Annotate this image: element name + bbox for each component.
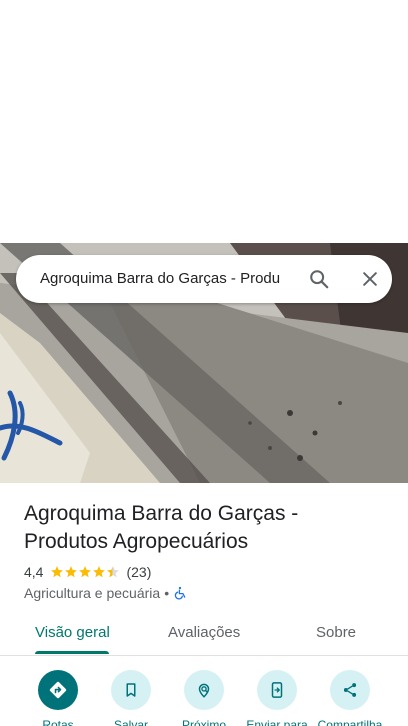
save-circle [111, 670, 151, 710]
active-tab-indicator [35, 651, 109, 654]
star-icon [65, 566, 78, 578]
send-to-phone-label: Enviar para [246, 718, 308, 726]
directions-label: Rotas [42, 718, 74, 726]
nearby-icon [198, 683, 210, 698]
category-label: Agricultura e pecuária [24, 585, 161, 601]
share-icon [343, 683, 357, 697]
search-icon [310, 270, 329, 289]
rating-value: 4,4 [24, 564, 44, 580]
send-to-phone-button[interactable]: Enviar para [237, 670, 317, 726]
search-button[interactable] [304, 264, 334, 294]
star-half-icon [107, 566, 120, 578]
separator-dot: • [164, 585, 170, 601]
search-bar[interactable]: Agroquima Barra do Garças - Produ [16, 255, 392, 303]
close-button[interactable] [355, 264, 385, 294]
rating-stars [50, 565, 120, 579]
nearby-label: Próximo [181, 718, 226, 726]
rating-row[interactable]: 4,4 (23) [24, 563, 151, 581]
review-count[interactable]: (23) [126, 564, 151, 580]
share-label: Compartilha [317, 718, 383, 726]
share-button[interactable]: Compartilha [310, 670, 390, 726]
place-title: Agroquima Barra do Garças - Produtos Agr… [24, 502, 299, 553]
tab-overview[interactable]: Visão geral [35, 624, 110, 642]
map-area [0, 0, 408, 243]
tab-bar: Visão geral Avaliações Sobre [0, 614, 408, 656]
nearby-button[interactable]: Próximo [164, 670, 244, 726]
share-circle [330, 670, 370, 710]
star-icon [79, 566, 92, 578]
directions-icon [49, 681, 67, 699]
tab-about[interactable]: Sobre [316, 624, 356, 642]
save-label: Salvar [113, 718, 148, 726]
star-icon [93, 566, 106, 578]
close-icon [363, 272, 377, 286]
category-row: Agricultura e pecuária • [24, 584, 187, 602]
bookmark-icon [126, 683, 136, 697]
send-to-phone-icon [271, 682, 283, 698]
directions-circle [38, 670, 78, 710]
directions-button[interactable]: Rotas [18, 670, 98, 726]
nearby-circle [184, 670, 224, 710]
send-to-phone-circle [257, 670, 297, 710]
star-icon [51, 566, 64, 578]
tab-reviews[interactable]: Avaliações [168, 624, 240, 642]
wheelchair-accessible-icon [174, 586, 186, 600]
search-input[interactable]: Agroquima Barra do Garças - Produ [40, 269, 292, 289]
save-button[interactable]: Salvar [91, 670, 171, 726]
